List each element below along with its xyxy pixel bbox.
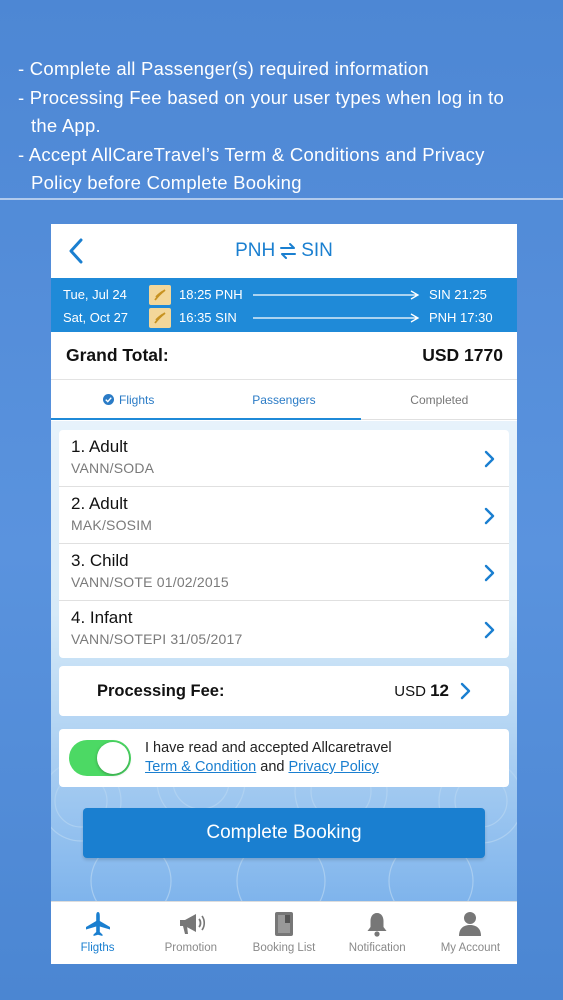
passenger-list: 1. Adult VANN/SODA 2. Adult MAK/SOSIM 3.… (59, 430, 509, 658)
tab-label: Passengers (252, 392, 316, 407)
nav-bar: PNH SIN (51, 224, 517, 278)
terms-toggle[interactable] (69, 740, 131, 776)
route-origin: PNH (235, 240, 276, 261)
nav-label: My Account (440, 942, 501, 954)
back-arrow-icon[interactable] (67, 237, 85, 265)
instruction-line-4: - Accept AllCareTravel’s Term & Conditio… (18, 143, 485, 165)
flight-arrive: SIN 21:25 (429, 287, 487, 302)
terms-acceptance-row: I have read and accepted Allcaretravel T… (59, 729, 509, 787)
nav-label: Booking List (252, 942, 316, 954)
airline-logo-icon (149, 307, 171, 328)
instruction-line-2: - Processing Fee based on your user type… (18, 86, 505, 108)
tab-progress-underline (51, 418, 361, 420)
instruction-line-1: - Complete all Passenger(s) required inf… (18, 58, 429, 79)
tab-label: Completed (410, 392, 469, 407)
terms-text: I have read and accepted Allcaretravel T… (145, 739, 392, 777)
complete-booking-button[interactable]: Complete Booking (83, 808, 485, 858)
phone-screen: PNH SIN Tue, Jul 24 18:25 PNH SIN 21:25 … (51, 224, 517, 964)
bell-icon (367, 913, 387, 937)
passenger-name: VANN/SOTEPI 31/05/2017 (71, 631, 243, 647)
bottom-nav: Fligths Promotion Booking List Notificat… (51, 901, 517, 964)
passenger-name: VANN/SODA (71, 460, 155, 476)
processing-fee-value: 12 (430, 681, 449, 700)
processing-fee-currency: USD (394, 683, 426, 700)
tab-flights[interactable]: Flights (51, 380, 206, 419)
checkmark-circle-icon (102, 394, 114, 405)
instruction-banner: - Complete all Passenger(s) required inf… (0, 0, 563, 200)
route-title: PNH SIN (235, 240, 333, 262)
airplane-icon (85, 912, 110, 936)
tab-completed[interactable]: Completed (362, 380, 517, 419)
grand-total-label: Grand Total: (66, 345, 169, 365)
nav-label: Fligths (80, 942, 115, 954)
term-condition-link[interactable]: Term & Condition (145, 759, 256, 775)
passenger-type: 3. Child (71, 551, 129, 570)
chevron-right-icon (484, 564, 495, 582)
chevron-right-icon (484, 621, 495, 639)
nav-label: Notification (348, 942, 406, 954)
terms-line: I have read and accepted Allcaretravel (145, 740, 392, 756)
processing-fee-row[interactable]: Processing Fee: USD 12 (59, 666, 509, 716)
airline-logo-icon (149, 284, 171, 305)
megaphone-icon (179, 914, 205, 934)
nav-item-notification[interactable]: Notification (331, 902, 424, 964)
terms-and: and (260, 759, 285, 775)
flight-arrive: PNH 17:30 (429, 310, 493, 325)
flight-date: Sat, Oct 27 (63, 310, 129, 325)
grand-total-value: USD 1770 (422, 345, 503, 365)
booking-content: 1. Adult VANN/SODA 2. Adult MAK/SOSIM 3.… (51, 421, 517, 901)
nav-item-promotion[interactable]: Promotion (144, 902, 237, 964)
passenger-type: 1. Adult (71, 437, 128, 456)
processing-fee-amount: USD 12 (394, 681, 449, 701)
flight-summary-band: Tue, Jul 24 18:25 PNH SIN 21:25 Sat, Oct… (51, 278, 517, 332)
person-icon (459, 912, 482, 936)
passenger-name: VANN/SOTE 01/02/2015 (71, 574, 229, 590)
route-destination: SIN (301, 240, 333, 261)
flight-depart: 16:35 SIN (179, 310, 237, 325)
toggle-knob (97, 742, 129, 774)
list-item[interactable]: 2. Adult MAK/SOSIM (59, 487, 509, 544)
flight-date: Tue, Jul 24 (63, 287, 127, 302)
list-item[interactable]: 1. Adult VANN/SODA (59, 430, 509, 487)
booking-steps-tabs: Flights Passengers Completed (51, 380, 517, 420)
passenger-type: 4. Infant (71, 608, 133, 627)
nav-item-my-account[interactable]: My Account (424, 902, 517, 964)
list-item[interactable]: 4. Infant VANN/SOTEPI 31/05/2017 (59, 601, 509, 658)
chevron-right-icon (460, 682, 471, 700)
chevron-right-icon (484, 507, 495, 525)
flight-depart: 18:25 PNH (179, 287, 243, 302)
flight-arrow-icon (253, 289, 420, 300)
instruction-line-3: the App. (31, 115, 101, 136)
swap-arrows-icon (280, 243, 297, 259)
instruction-line-5: Policy before Complete Booking (31, 172, 302, 193)
book-icon (275, 912, 293, 936)
nav-item-flights[interactable]: Fligths (51, 902, 144, 964)
list-item[interactable]: 3. Child VANN/SOTE 01/02/2015 (59, 544, 509, 601)
nav-item-booking-list[interactable]: Booking List (237, 902, 330, 964)
tab-label: Flights (118, 392, 155, 407)
tab-passengers[interactable]: Passengers (206, 380, 361, 419)
passenger-name: MAK/SOSIM (71, 517, 153, 533)
privacy-policy-link[interactable]: Privacy Policy (288, 759, 378, 775)
processing-fee-label: Processing Fee: (97, 681, 225, 700)
flight-row-return: Sat, Oct 27 16:35 SIN PNH 17:30 (63, 306, 505, 329)
flight-row-outbound: Tue, Jul 24 18:25 PNH SIN 21:25 (63, 283, 505, 306)
chevron-right-icon (484, 450, 495, 468)
grand-total-row: Grand Total: USD 1770 (51, 332, 517, 380)
flight-arrow-icon (253, 312, 420, 323)
passenger-type: 2. Adult (71, 494, 128, 513)
nav-label: Promotion (164, 942, 218, 954)
